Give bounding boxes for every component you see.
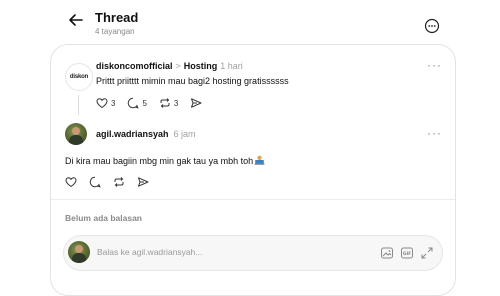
- like-button[interactable]: [65, 176, 77, 188]
- topic-separator: >: [175, 61, 181, 71]
- thread-line: [78, 95, 79, 115]
- comment-icon: [89, 176, 101, 188]
- repost-icon: [160, 98, 170, 108]
- comment-count: 5: [142, 98, 147, 108]
- heart-icon: [96, 98, 108, 109]
- share-button[interactable]: [190, 97, 202, 109]
- reply-meta: agil.wadriansyah 6 jam: [96, 129, 196, 139]
- timestamp: 6 jam: [173, 129, 196, 139]
- header: Thread 4 tayangan: [0, 0, 500, 44]
- post-meta: diskoncomofficial > Hosting 1 hari: [96, 61, 243, 71]
- repost-icon: [114, 177, 124, 187]
- repost-button[interactable]: 3: [159, 97, 178, 109]
- arrow-left-icon[interactable]: [66, 10, 86, 30]
- repost-button[interactable]: [113, 176, 125, 188]
- comment-button[interactable]: 5: [127, 97, 147, 109]
- avatar: [68, 241, 90, 263]
- divider: [51, 199, 455, 200]
- page-title: Thread: [95, 10, 139, 25]
- comment-icon: [128, 97, 140, 109]
- reply-input[interactable]: Balas ke agil.wadriansyah...: [97, 247, 202, 257]
- reply-actions: [65, 176, 161, 188]
- view-count: 4 tayangan: [95, 27, 135, 36]
- expand-icon[interactable]: [420, 246, 434, 260]
- post-actions: 3 5 3: [96, 97, 214, 109]
- svg-text:GIF: GIF: [403, 251, 412, 257]
- logo-text: diskon: [69, 74, 89, 80]
- like-count: 3: [111, 98, 116, 108]
- more-options-icon[interactable]: ···: [427, 58, 442, 72]
- username[interactable]: diskoncomofficial: [96, 61, 173, 71]
- post-text: Prittt priitttt mimin mau bagi2 hosting …: [96, 76, 289, 86]
- image-icon[interactable]: [380, 246, 394, 260]
- gif-icon[interactable]: GIF: [400, 246, 414, 260]
- share-button[interactable]: [137, 176, 149, 188]
- send-icon: [138, 177, 149, 187]
- username[interactable]: agil.wadriansyah: [96, 129, 169, 139]
- laptop-emoji-icon: [254, 155, 265, 165]
- reply-text: Di kira mau bagiin mbg min gak tau ya mb…: [65, 156, 254, 166]
- reply-composer[interactable]: Balas ke agil.wadriansyah... GIF: [63, 235, 443, 271]
- avatar[interactable]: diskon: [65, 63, 93, 91]
- topic-tag[interactable]: Hosting: [184, 61, 218, 71]
- more-circle-icon[interactable]: [424, 18, 440, 34]
- like-button[interactable]: 3: [96, 97, 115, 109]
- more-options-icon[interactable]: ···: [427, 126, 442, 140]
- avatar[interactable]: [65, 123, 87, 145]
- reply-text-row: Di kira mau bagiin mbg min gak tau ya mb…: [65, 155, 265, 166]
- thread-card: diskon diskoncomofficial > Hosting 1 hari ·…: [50, 44, 456, 296]
- no-replies-label: Belum ada balasan: [65, 213, 143, 223]
- timestamp: 1 hari: [220, 61, 243, 71]
- send-icon: [191, 98, 202, 108]
- repost-count: 3: [173, 98, 179, 108]
- heart-icon: [65, 177, 77, 188]
- comment-button[interactable]: [89, 176, 101, 188]
